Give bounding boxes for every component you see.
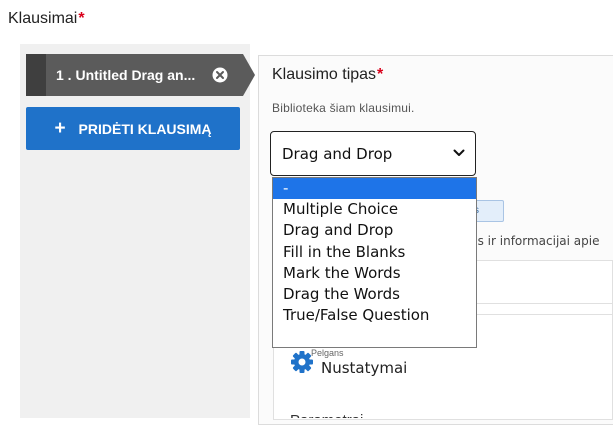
option-drag-and-drop[interactable]: Drag and Drop: [273, 220, 476, 241]
option-empty[interactable]: -: [273, 178, 476, 200]
option-mark-the-words[interactable]: Mark the Words: [273, 263, 476, 284]
option-multiple-choice[interactable]: Multiple Choice: [273, 199, 476, 220]
tab-arrow: [243, 54, 255, 96]
question-type-dropdown: - Multiple Choice Drag and Drop Fill in …: [272, 177, 477, 348]
option-fill-in-the-blanks[interactable]: Fill in the Blanks: [273, 242, 476, 263]
question-type-title: Klausimo tipas*: [272, 66, 383, 84]
questions-list-panel: [20, 44, 250, 418]
add-question-button[interactable]: + PRIDĖTI KLAUSIMĄ: [26, 107, 240, 150]
page-title: Klausimai*: [8, 10, 85, 28]
question-type-description: Biblioteka šiam klausimui.: [272, 101, 415, 115]
question-tab-1[interactable]: 1 . Untitled Drag an...: [26, 54, 255, 96]
question-type-select[interactable]: Drag and Drop: [270, 131, 476, 176]
option-drag-the-words[interactable]: Drag the Words: [273, 284, 476, 305]
drag-handle[interactable]: [26, 54, 46, 96]
required-asterisk: *: [377, 66, 384, 83]
question-type-title-text: Klausimo tipas: [272, 66, 377, 83]
question-type-selected-value: Drag and Drop: [282, 144, 393, 163]
settings-label[interactable]: Nustatymai: [321, 359, 407, 377]
section-label: Parametrai: [290, 412, 363, 418]
option-true-false-question[interactable]: True/False Question: [273, 305, 476, 326]
required-asterisk: *: [78, 10, 85, 27]
close-icon[interactable]: [212, 67, 228, 83]
gear-icon: [291, 351, 313, 373]
question-tab-label: 1 . Untitled Drag an...: [56, 67, 196, 83]
help-text: ns ir informacijai apie: [470, 234, 600, 248]
chevron-down-icon: [453, 149, 465, 156]
add-question-label: PRIDĖTI KLAUSIMĄ: [78, 120, 212, 137]
page-title-text: Klausimai: [8, 10, 78, 27]
plus-icon: +: [54, 118, 66, 139]
